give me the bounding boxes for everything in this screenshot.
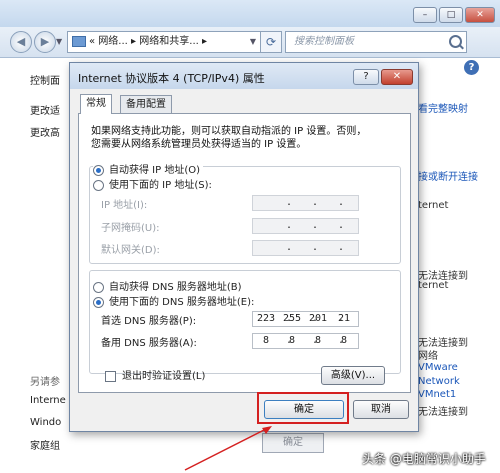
breadcrumb-network[interactable]: 网络...	[98, 36, 128, 47]
alternate-dns-field[interactable]: 8 . 8 . 8 . 8	[252, 333, 359, 349]
dialog-close-button[interactable]: ✕	[381, 69, 413, 85]
ip-address-label: IP 地址(I):	[101, 200, 148, 211]
search-input[interactable]: 搜索控制面板	[285, 31, 467, 53]
dialog-help-button[interactable]: ?	[353, 69, 379, 85]
ip-auto-radio[interactable]: 自动获得 IP 地址(O)	[93, 161, 204, 176]
close-button[interactable]: ✕	[465, 7, 495, 23]
cancel-button[interactable]: 取消	[353, 400, 409, 419]
search-icon[interactable]	[449, 35, 462, 48]
preferred-dns-field[interactable]: 223 . 255 . 201 . 21	[252, 311, 359, 327]
dns-octet[interactable]: 8	[255, 334, 277, 348]
dialog-title: Internet 协议版本 4 (TCP/IPv4) 属性	[78, 72, 265, 85]
validate-settings-label: 退出时验证设置(L)	[122, 371, 206, 382]
description-text: 您需要从网络系统管理员处获得适当的 IP 设置。	[91, 139, 307, 150]
help-icon[interactable]: ?	[464, 60, 479, 75]
dns-octet[interactable]: 8	[333, 334, 355, 348]
recent-pages-dropdown-icon[interactable]: ▼	[56, 37, 62, 46]
forward-arrow-icon[interactable]: ▶	[34, 31, 56, 53]
control-panel-icon	[72, 35, 86, 47]
window-titlebar: – □ ✕	[0, 0, 500, 27]
adapter-link[interactable]: Network	[418, 376, 460, 387]
alternate-dns-label: 备用 DNS 服务器(A):	[101, 338, 197, 349]
dns-manual-label: 使用下面的 DNS 服务器地址(E):	[109, 297, 255, 308]
dns-auto-radio[interactable]: 自动获得 DNS 服务器地址(B)	[93, 278, 245, 293]
watermark-text: 头条 @电脑常识小助手	[362, 452, 486, 466]
radio-unselected-icon[interactable]	[93, 179, 104, 191]
tab-general[interactable]: 常规	[80, 94, 112, 114]
background-ok-button[interactable]: 确定	[262, 433, 324, 453]
dns-octet[interactable]: 201	[307, 312, 329, 326]
ok-button-highlight-box	[257, 392, 349, 424]
dns-octet[interactable]: 223	[255, 312, 277, 326]
radio-selected-icon[interactable]	[93, 296, 104, 308]
see-also-heading: 另请参	[30, 377, 60, 388]
view-full-map-link[interactable]: 看完整映射	[418, 100, 468, 115]
advanced-button[interactable]: 高级(V)...	[321, 366, 385, 385]
network-status-text: ternet	[418, 200, 449, 211]
minimize-button[interactable]: –	[413, 7, 437, 23]
connect-disconnect-link[interactable]: 接或断开连接	[418, 168, 478, 183]
ip-auto-label: 自动获得 IP 地址(O)	[109, 165, 201, 176]
checkbox-unchecked-icon[interactable]	[105, 370, 116, 382]
radio-selected-icon[interactable]	[93, 164, 104, 176]
breadcrumb-chevrons[interactable]: «	[89, 36, 95, 47]
breadcrumb-separator[interactable]: ▸	[131, 36, 136, 47]
refresh-icon[interactable]: ⟳	[260, 31, 282, 53]
sidebar-item-control-panel-home[interactable]: 控制面	[30, 72, 60, 87]
dns-octet[interactable]: 255	[281, 312, 303, 326]
ip-manual-radio[interactable]: 使用下面的 IP 地址(S):	[93, 176, 215, 191]
network-status-text: 无法连接到	[418, 407, 468, 418]
subnet-mask-field: ...	[252, 218, 359, 234]
search-placeholder: 搜索控制面板	[294, 36, 354, 47]
preferred-dns-label: 首选 DNS 服务器(P):	[101, 316, 197, 327]
breadcrumb-separator[interactable]: ▸	[202, 36, 207, 47]
default-gateway-label: 默认网关(D):	[101, 245, 160, 256]
address-bar[interactable]: « 网络... ▸ 网络和共享... ▸ ▼	[67, 31, 261, 53]
network-status-text: ternet	[418, 280, 449, 291]
ipv4-properties-dialog: Internet 协议版本 4 (TCP/IPv4) 属性 ? ✕ 常规 备用配…	[69, 62, 419, 432]
navigation-bar: ◀ ▶ ▼ « 网络... ▸ 网络和共享... ▸ ▼ ⟳ 搜索控制面板	[0, 27, 500, 58]
sidebar-item-change-advanced[interactable]: 更改高	[30, 124, 60, 139]
ip-manual-label: 使用下面的 IP 地址(S):	[109, 180, 212, 191]
maximize-button[interactable]: □	[439, 7, 463, 23]
network-status-text: 网络	[418, 351, 438, 362]
see-also-homegroup[interactable]: 家庭组	[30, 437, 60, 452]
validate-settings-checkbox[interactable]: 退出时验证设置(L)	[105, 367, 205, 382]
back-arrow-icon[interactable]: ◀	[10, 31, 32, 53]
tab-alternate-configuration[interactable]: 备用配置	[120, 95, 172, 114]
dialog-titlebar: Internet 协议版本 4 (TCP/IPv4) 属性 ? ✕	[70, 63, 418, 89]
dns-manual-radio[interactable]: 使用下面的 DNS 服务器地址(E):	[93, 293, 258, 308]
adapter-link[interactable]: VMnet1	[418, 389, 456, 400]
general-tab-panel: 如果网络支持此功能，则可以获取自动指派的 IP 设置。否则， 您需要从网络系统管…	[78, 113, 411, 393]
sidebar-item-change-adapter[interactable]: 更改适	[30, 102, 60, 117]
ip-address-field: ...	[252, 195, 359, 211]
see-also-windows-firewall[interactable]: Windo	[30, 417, 61, 428]
see-also-internet-options[interactable]: Interne	[30, 395, 66, 406]
address-dropdown-icon[interactable]: ▼	[250, 32, 256, 52]
breadcrumb-network-sharing[interactable]: 网络和共享...	[139, 36, 199, 47]
subnet-mask-label: 子网掩码(U):	[101, 223, 160, 234]
adapter-link[interactable]: VMware	[418, 362, 458, 373]
dns-octet[interactable]: 8	[281, 334, 303, 348]
default-gateway-field: ...	[252, 240, 359, 256]
dns-auto-label: 自动获得 DNS 服务器地址(B)	[109, 282, 242, 293]
dns-octet[interactable]: 21	[333, 312, 355, 326]
dns-octet[interactable]: 8	[307, 334, 329, 348]
radio-unselected-icon[interactable]	[93, 281, 104, 293]
